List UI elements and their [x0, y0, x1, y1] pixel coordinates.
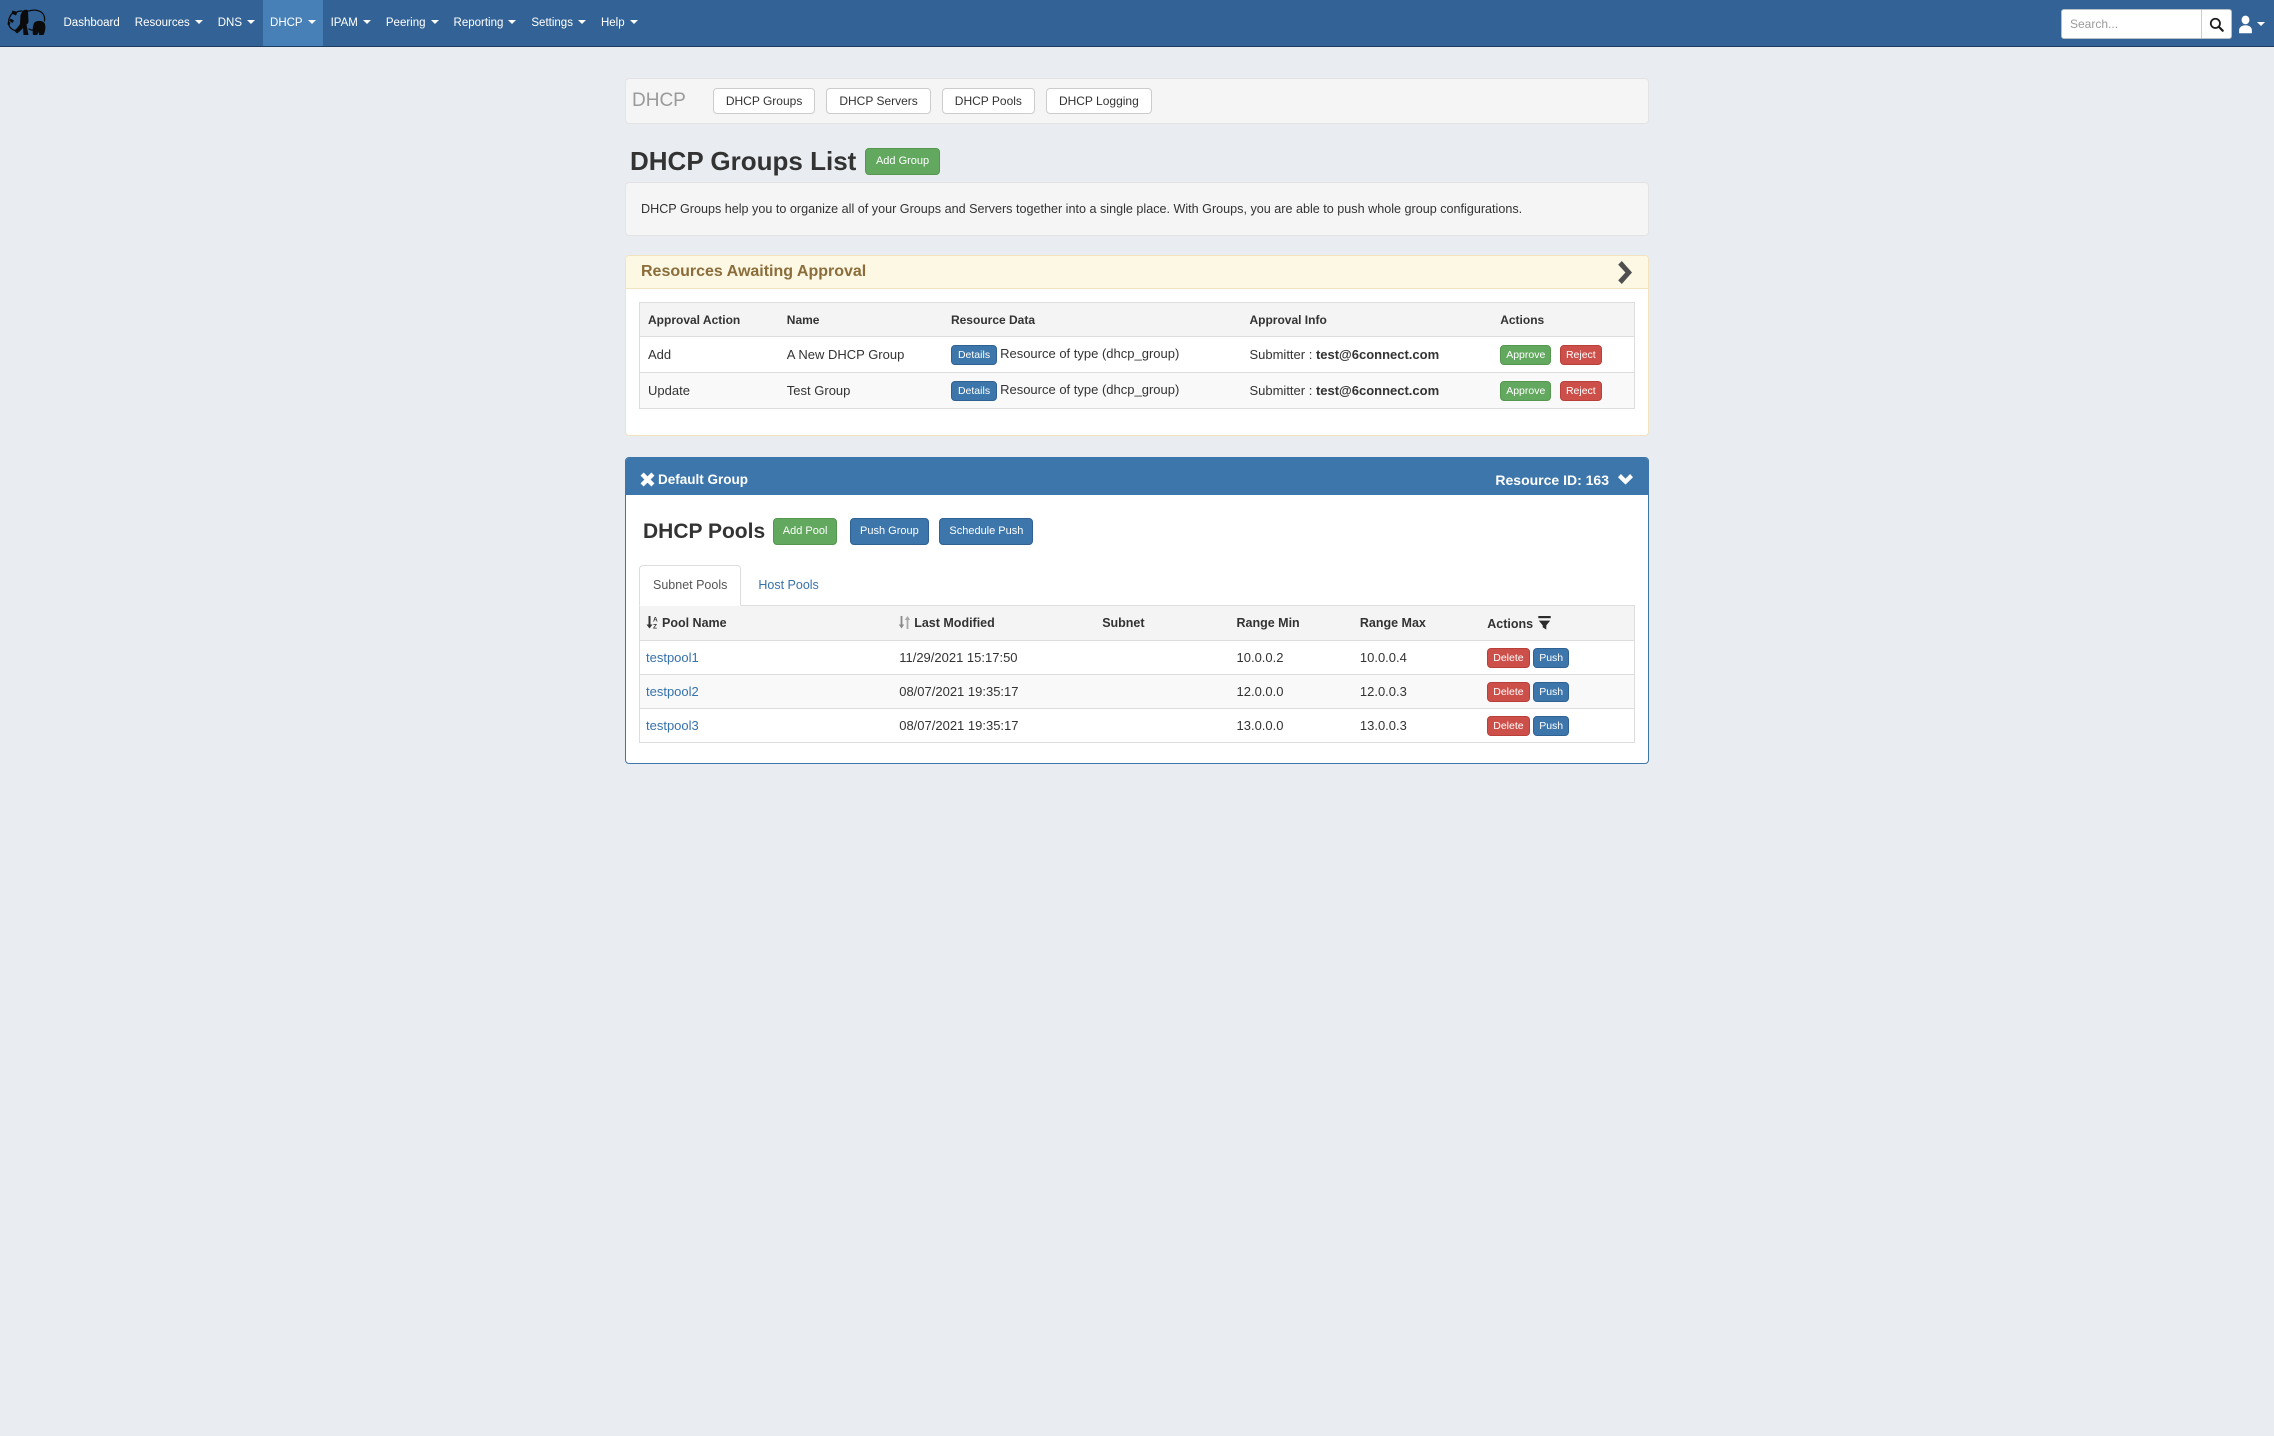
svg-text:Z: Z	[653, 624, 657, 630]
svg-text:A: A	[653, 617, 658, 624]
